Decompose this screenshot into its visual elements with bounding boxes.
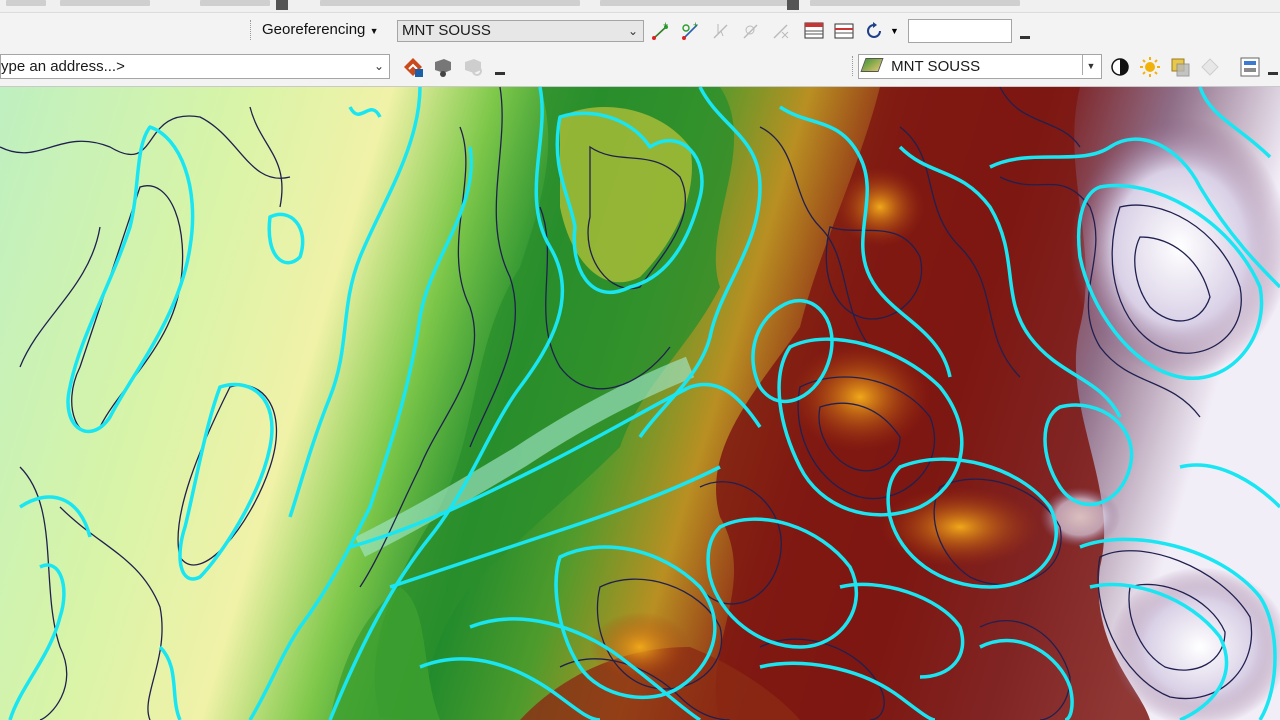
table-icon[interactable]: [833, 20, 855, 42]
layer-raster-icon: [860, 58, 884, 72]
overflow-arrow[interactable]: [276, 0, 288, 10]
toolbar-overflow-icon[interactable]: ▬: [1020, 22, 1030, 44]
toolbar-area: Georeferencing ▼ MNT SOUSS ⌄ + + ▼ ▬ ype…: [0, 0, 1280, 87]
chevron-down-icon: ⌄: [373, 59, 385, 73]
chevron-down-icon: ⌄: [627, 24, 639, 38]
view-link-table-icon[interactable]: [803, 20, 825, 42]
georeferencing-menu-button[interactable]: Georeferencing ▼: [262, 20, 379, 41]
contrast-icon[interactable]: [1109, 56, 1131, 78]
overflow-arrow[interactable]: [787, 0, 799, 10]
add-control-points-icon[interactable]: +: [650, 20, 672, 42]
address-placeholder: ype an address...>: [1, 58, 125, 75]
search-and-effects-toolbar: ype an address...> ⌄ ▬ MNT SOUSS ▼ ▬: [0, 50, 1280, 87]
toolbar-overflow-icon[interactable]: ▬: [1268, 58, 1278, 80]
toolbar-overflow-icon[interactable]: ▬: [495, 58, 505, 80]
caret-down-icon: ▼: [1082, 55, 1099, 75]
georef-layer-value: MNT SOUSS: [402, 22, 491, 39]
toolbar-grip[interactable]: [852, 56, 856, 76]
dem-contour-map: [0, 87, 1280, 720]
scale-input[interactable]: [908, 19, 1012, 43]
brightness-icon[interactable]: [1139, 56, 1161, 78]
toolbar-fragment: [810, 0, 1020, 6]
address-input[interactable]: ype an address...> ⌄: [0, 54, 390, 79]
georeferencing-toolbar: Georeferencing ▼ MNT SOUSS ⌄ + + ▼ ▬: [0, 14, 1280, 48]
select-link-icon[interactable]: [710, 20, 732, 42]
effects-layer-value: MNT SOUSS: [891, 58, 981, 75]
review-locations-icon[interactable]: [462, 56, 484, 78]
svg-text:+: +: [663, 20, 668, 30]
caret-down-icon[interactable]: ▼: [890, 26, 899, 36]
rotate-icon[interactable]: [863, 20, 885, 42]
toolbar-grip[interactable]: [250, 20, 254, 40]
georef-layer-select[interactable]: MNT SOUSS ⌄: [397, 20, 644, 42]
georeferencing-label: Georeferencing: [262, 21, 366, 38]
svg-text:+: +: [693, 20, 698, 30]
toolbar-fragment: [600, 0, 790, 6]
zoom-to-link-icon[interactable]: [740, 20, 762, 42]
effects-layer-select[interactable]: MNT SOUSS ▼: [858, 54, 1102, 79]
toolbar-fragment: [320, 0, 580, 6]
effects-icon[interactable]: [1239, 56, 1261, 78]
swipe-icon[interactable]: [1199, 56, 1221, 78]
toolbar-fragment: [200, 0, 270, 6]
partial-toolbar-row: [0, 0, 1280, 13]
caret-down-icon: ▼: [369, 26, 379, 36]
toolbar-fragment: [60, 0, 150, 6]
geocode-icon[interactable]: [432, 56, 454, 78]
transparency-icon[interactable]: [1169, 56, 1191, 78]
map-view[interactable]: [0, 87, 1280, 720]
auto-add-links-icon[interactable]: +: [680, 20, 702, 42]
delete-link-icon[interactable]: [770, 20, 792, 42]
find-route-icon[interactable]: [402, 56, 424, 78]
toolbar-fragment: [6, 0, 46, 6]
